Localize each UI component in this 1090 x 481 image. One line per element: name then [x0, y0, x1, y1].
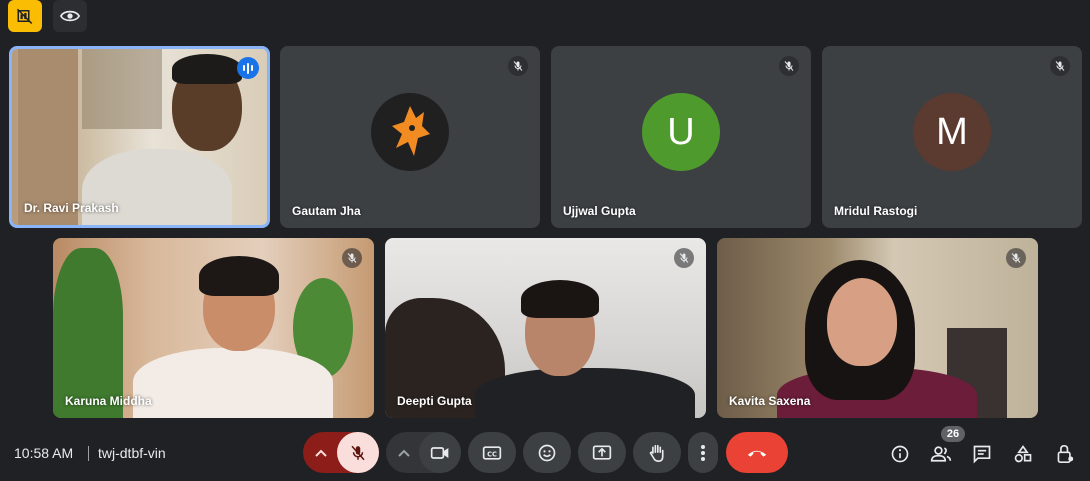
- participant-tile[interactable]: Kavita Saxena: [717, 238, 1038, 418]
- emoji-icon: [538, 444, 556, 461]
- chevron-up-icon: [315, 449, 327, 457]
- participant-name: Ujjwal Gupta: [563, 204, 636, 218]
- mic-off-icon: [1050, 56, 1070, 76]
- hide-tiles-button[interactable]: [8, 0, 42, 32]
- chevron-up-icon: [398, 449, 410, 457]
- host-controls-button[interactable]: [1051, 440, 1079, 468]
- mic-off-icon: [508, 56, 528, 76]
- camera-toggle-button[interactable]: [419, 432, 461, 473]
- participant-tile[interactable]: M Mridul Rastogi: [822, 46, 1082, 228]
- meeting-time: 10:58 AM: [14, 445, 74, 461]
- divider: [88, 446, 89, 461]
- participant-name: Karuna Middha: [65, 394, 152, 408]
- participant-video: [717, 238, 1038, 418]
- participant-tile[interactable]: Dr. Ravi Prakash: [9, 46, 270, 228]
- participant-name: Kavita Saxena: [729, 394, 811, 408]
- mic-off-icon: [779, 56, 799, 76]
- captions-button[interactable]: CC: [468, 432, 516, 473]
- raise-hand-button[interactable]: [633, 432, 681, 473]
- hand-icon: [649, 444, 664, 462]
- more-vert-icon: [701, 444, 705, 461]
- participant-tile[interactable]: U Ujjwal Gupta: [551, 46, 811, 228]
- chat-button[interactable]: [968, 440, 996, 468]
- people-button[interactable]: [927, 440, 955, 468]
- mic-off-icon: [1006, 248, 1026, 268]
- speaking-indicator-icon: [237, 57, 259, 79]
- eye-icon: [60, 10, 80, 22]
- reactions-button[interactable]: [523, 432, 571, 473]
- meeting-details-button[interactable]: [886, 440, 914, 468]
- info-icon: [891, 445, 909, 463]
- mic-off-icon: [342, 248, 362, 268]
- participant-video: [53, 238, 374, 418]
- participant-tile[interactable]: Deepti Gupta: [385, 238, 706, 418]
- meeting-code: twj-dtbf-vin: [98, 445, 166, 461]
- lock-person-icon: [1057, 444, 1074, 463]
- more-options-button[interactable]: [688, 432, 718, 473]
- present-screen-button[interactable]: [578, 432, 626, 473]
- captions-icon: CC: [482, 445, 502, 460]
- svg-text:CC: CC: [487, 450, 497, 458]
- audio-options-button[interactable]: [303, 432, 339, 473]
- participant-name: Dr. Ravi Prakash: [24, 201, 119, 215]
- participant-video: [12, 49, 267, 225]
- participant-name: Gautam Jha: [292, 204, 361, 218]
- present-icon: [592, 445, 612, 460]
- participant-name: Deepti Gupta: [397, 394, 472, 408]
- mic-off-icon: [674, 248, 694, 268]
- people-icon: [930, 446, 952, 462]
- participant-video: [385, 238, 706, 418]
- participant-name: Mridul Rastogi: [834, 204, 918, 218]
- participant-tile[interactable]: Karuna Middha: [53, 238, 374, 418]
- leave-call-button[interactable]: [726, 432, 788, 473]
- chat-icon: [973, 445, 991, 464]
- participant-tile[interactable]: Gautam Jha: [280, 46, 540, 228]
- shapes-icon: [1014, 445, 1032, 463]
- fox-logo-icon: [392, 106, 430, 156]
- avatar: [371, 93, 449, 171]
- view-button[interactable]: [53, 0, 87, 32]
- hang-up-icon: [747, 450, 767, 457]
- camera-icon: [430, 446, 449, 459]
- mic-toggle-button[interactable]: [337, 432, 379, 473]
- avatar: M: [913, 93, 991, 171]
- activities-button[interactable]: [1009, 440, 1037, 468]
- mic-off-icon: [351, 445, 365, 460]
- avatar: U: [642, 93, 720, 171]
- video-options-button[interactable]: [386, 432, 422, 473]
- hide-tiles-icon: [16, 8, 33, 25]
